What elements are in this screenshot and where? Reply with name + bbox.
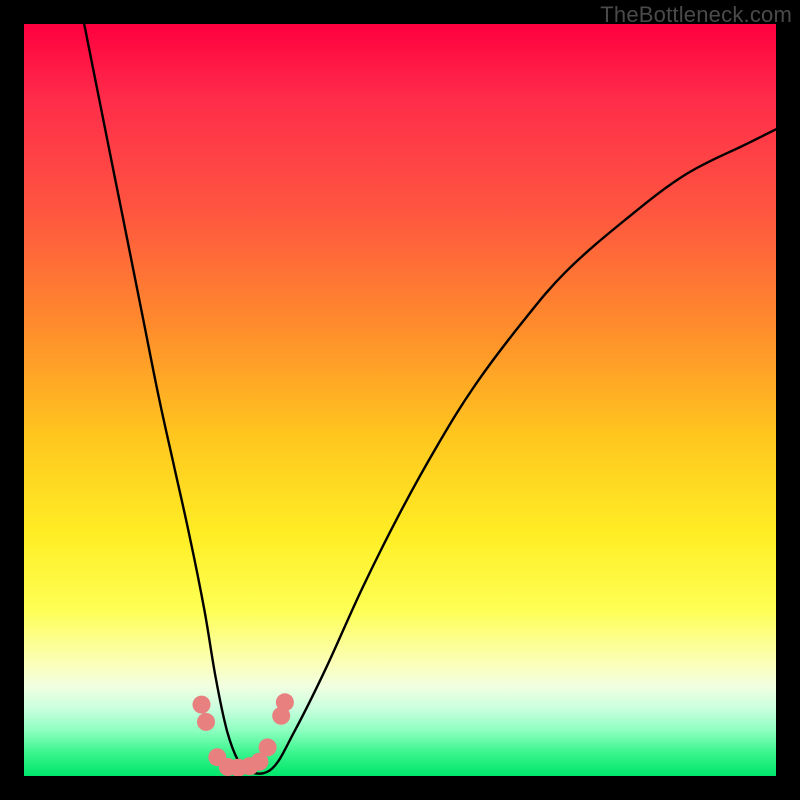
marker-group xyxy=(193,693,294,776)
curve-line xyxy=(84,24,776,774)
marker-dot xyxy=(197,713,215,731)
marker-dot xyxy=(193,696,211,714)
chart-frame xyxy=(24,24,776,776)
marker-dot xyxy=(276,693,294,711)
watermark-text: TheBottleneck.com xyxy=(600,2,792,28)
chart-svg xyxy=(24,24,776,776)
marker-dot xyxy=(259,738,277,756)
